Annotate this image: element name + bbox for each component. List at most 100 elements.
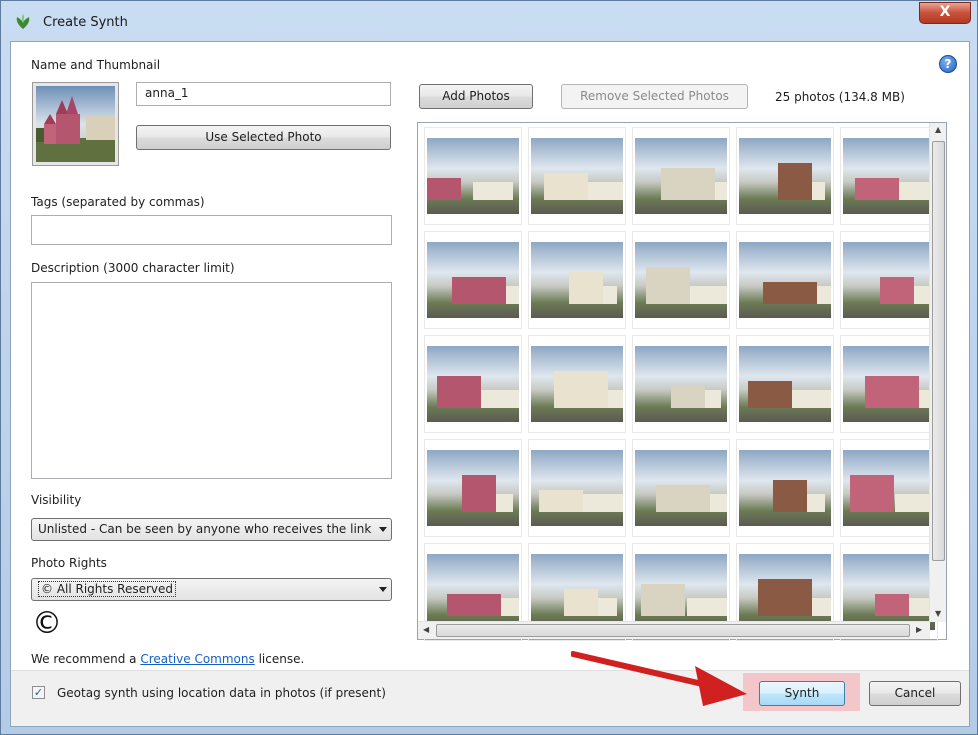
photo-building-shape <box>462 475 496 512</box>
license-prefix: We recommend a <box>31 652 141 666</box>
photo-building-shape <box>763 282 817 304</box>
photo-image <box>531 242 623 318</box>
photo-building-shape <box>758 579 812 616</box>
photo-thumbnail[interactable] <box>424 439 522 537</box>
photo-building-shape <box>875 594 909 616</box>
photo-thumbnail[interactable] <box>840 231 938 329</box>
photo-building-shape <box>447 594 501 616</box>
photo-image <box>427 138 519 214</box>
photo-building-shape <box>773 480 807 512</box>
photo-building-shape <box>473 182 513 200</box>
photo-thumbnail[interactable] <box>528 439 626 537</box>
vertical-scroll-thumb[interactable] <box>932 141 945 561</box>
description-label: Description (3000 character limit) <box>31 261 235 275</box>
horizontal-scroll-thumb[interactable] <box>436 624 910 637</box>
photo-thumbnail[interactable] <box>424 335 522 433</box>
photo-building-shape <box>437 376 481 408</box>
photo-image <box>635 242 727 318</box>
add-photos-button[interactable]: Add Photos <box>419 84 533 109</box>
photo-image <box>739 450 831 526</box>
synth-name-field[interactable]: anna_1 <box>136 82 391 106</box>
photo-thumbnail[interactable] <box>632 439 730 537</box>
photo-thumbnail[interactable] <box>840 439 938 537</box>
photo-building-shape <box>583 182 623 200</box>
photo-image <box>427 242 519 318</box>
photo-rights-dropdown[interactable]: © All Rights Reserved <box>31 578 392 601</box>
photo-building-shape <box>544 173 588 200</box>
photo-building-shape <box>865 376 919 408</box>
photo-image <box>635 554 727 630</box>
license-suffix: license. <box>254 652 305 666</box>
photo-building-shape <box>646 267 690 304</box>
description-textarea[interactable] <box>31 282 392 479</box>
photo-image <box>635 138 727 214</box>
photo-image <box>635 450 727 526</box>
photo-image <box>739 242 831 318</box>
horizontal-scrollbar[interactable]: ◀ ▶ <box>418 621 930 639</box>
close-button[interactable]: X <box>919 2 971 24</box>
photo-count: 25 photos (134.8 MB) <box>775 90 905 104</box>
photo-image <box>843 554 935 630</box>
photo-building-shape <box>748 381 792 408</box>
photo-thumbnail[interactable] <box>632 231 730 329</box>
photo-thumbnail[interactable] <box>736 231 834 329</box>
photo-image <box>531 138 623 214</box>
cancel-button[interactable]: Cancel <box>869 681 961 706</box>
thumbnail-image <box>36 86 115 162</box>
dialog-body: Name and Thumbnail ? anna_1 Use Selected… <box>10 41 970 727</box>
photo-building-shape <box>569 272 603 304</box>
photo-grid-panel: ▲ ▼ ◀ ▶ <box>417 122 947 641</box>
visibility-selected-value: Unlisted - Can be seen by anyone who rec… <box>38 522 372 536</box>
name-thumbnail-label: Name and Thumbnail <box>31 58 161 72</box>
scroll-left-icon[interactable]: ◀ <box>423 625 429 634</box>
photo-thumbnail[interactable] <box>736 127 834 225</box>
photo-thumbnail[interactable] <box>632 127 730 225</box>
photo-thumbnail[interactable] <box>840 127 938 225</box>
chevron-down-icon <box>379 527 387 532</box>
photo-thumbnail[interactable] <box>840 335 938 433</box>
photo-building-shape <box>687 286 727 304</box>
use-selected-photo-button[interactable]: Use Selected Photo <box>136 125 391 150</box>
photo-thumbnail[interactable] <box>424 231 522 329</box>
photo-thumbnail[interactable] <box>424 127 522 225</box>
photo-thumbnail[interactable] <box>632 335 730 433</box>
photo-image <box>531 554 623 630</box>
creative-commons-link[interactable]: Creative Commons <box>140 652 254 666</box>
scroll-down-icon[interactable]: ▼ <box>935 609 941 618</box>
vertical-scrollbar[interactable]: ▲ ▼ <box>929 123 946 622</box>
photo-building-shape <box>880 277 914 304</box>
geotag-checkbox[interactable]: ✓ <box>32 686 45 699</box>
photo-building-shape <box>641 584 685 616</box>
window-title: Create Synth <box>43 15 128 30</box>
photo-building-shape <box>583 494 623 512</box>
photo-image <box>739 554 831 630</box>
photo-image <box>531 346 623 422</box>
help-icon[interactable]: ? <box>939 55 957 73</box>
title-bar: Create Synth X <box>1 1 977 41</box>
scroll-up-icon[interactable]: ▲ <box>935 125 941 134</box>
photo-building-shape <box>791 390 831 408</box>
photo-thumbnail[interactable] <box>528 127 626 225</box>
photo-thumbnail[interactable] <box>528 231 626 329</box>
photo-rights-selected-value: © All Rights Reserved <box>38 581 177 597</box>
photo-building-shape <box>554 371 608 408</box>
photo-rights-label: Photo Rights <box>31 556 107 570</box>
photo-building-shape <box>687 598 727 616</box>
photo-building-shape <box>564 589 598 616</box>
geotag-label: Geotag synth using location data in phot… <box>57 686 386 700</box>
photo-image <box>843 138 935 214</box>
photo-thumbnail[interactable] <box>736 335 834 433</box>
photo-image <box>635 346 727 422</box>
photo-building-shape <box>671 386 705 408</box>
photo-thumbnail[interactable] <box>528 335 626 433</box>
remove-selected-photos-button[interactable]: Remove Selected Photos <box>561 84 748 109</box>
synth-button[interactable]: Synth <box>759 681 845 706</box>
photo-image <box>739 346 831 422</box>
license-recommendation: We recommend a Creative Commons license. <box>31 652 304 666</box>
scroll-right-icon[interactable]: ▶ <box>916 625 922 634</box>
photo-building-shape <box>427 178 461 200</box>
photo-image <box>427 346 519 422</box>
tags-input[interactable] <box>31 215 392 245</box>
photo-thumbnail[interactable] <box>736 439 834 537</box>
visibility-dropdown[interactable]: Unlisted - Can be seen by anyone who rec… <box>31 518 392 541</box>
